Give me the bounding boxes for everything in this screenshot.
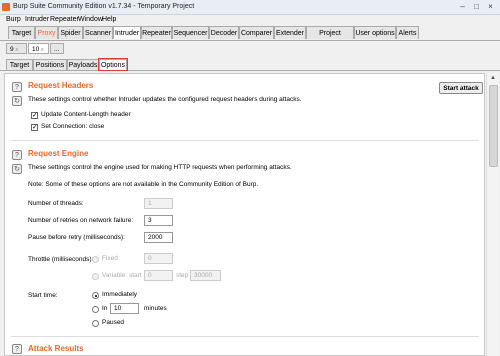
start-attack-button[interactable]: Start attack <box>439 82 483 94</box>
restore-defaults-icon[interactable]: ↻ <box>12 96 22 106</box>
throttle-step-input[interactable]: 30000 <box>190 270 221 281</box>
request-engine-description: These settings control the engine used f… <box>28 164 292 171</box>
intruder-sub-tabs: Target Positions Payloads Options <box>0 57 500 71</box>
set-connection-close-label: Set Connection: close <box>41 123 105 130</box>
tab-intruder[interactable]: Intruder <box>113 26 141 39</box>
start-immediately-label: Immediately <box>102 291 138 298</box>
tab-user-options[interactable]: User options <box>354 26 396 39</box>
attack-tab-9[interactable]: 9 x <box>6 43 27 54</box>
request-headers-heading: Request Headers <box>28 81 94 90</box>
threads-label: Number of threads: <box>28 200 84 207</box>
start-in-minutes-input[interactable]: 10 <box>110 303 139 314</box>
minutes-label: minutes <box>144 305 167 312</box>
menu-intruder[interactable]: Intruder <box>25 16 49 23</box>
menu-window[interactable]: Window <box>78 16 103 23</box>
menu-repeater[interactable]: Repeater <box>50 16 79 23</box>
menu-bar: Burp Intruder Repeater Window Help <box>0 15 500 26</box>
update-content-length-label: Update Content-Length header <box>41 111 131 118</box>
scrollbar-thumb[interactable] <box>489 85 498 167</box>
tab-decoder[interactable]: Decoder <box>209 26 239 39</box>
tab-repeater[interactable]: Repeater <box>141 26 172 39</box>
retries-label: Number of retries on network failure: <box>28 217 134 224</box>
restore-defaults-icon[interactable]: ↻ <box>12 164 22 174</box>
section-divider <box>11 336 479 337</box>
window-title: Burp Suite Community Edition v1.7.34 - T… <box>13 3 195 10</box>
throttle-fixed-input[interactable]: 0 <box>144 253 173 264</box>
attack-results-heading: Attack Results <box>28 344 84 353</box>
threads-input[interactable]: 1 <box>144 198 173 209</box>
attack-tab-row: 9 x 10 x ... <box>0 40 500 57</box>
close-tab-icon[interactable]: x <box>15 47 18 53</box>
pause-label: Pause before retry (milliseconds): <box>28 234 125 241</box>
start-in-radio[interactable] <box>92 306 99 313</box>
start-paused-label: Paused <box>102 319 125 326</box>
start-paused-radio[interactable] <box>92 320 99 327</box>
close-tab-icon[interactable]: x <box>41 47 44 53</box>
subtab-options[interactable]: Options <box>98 58 128 71</box>
request-engine-note: Note: Some of these options are not avai… <box>28 181 259 188</box>
title-bar: Burp Suite Community Edition v1.7.34 - T… <box>0 0 500 15</box>
subtab-target[interactable]: Target <box>6 59 33 70</box>
throttle-fixed-label: Fixed <box>102 255 118 262</box>
tab-sequencer[interactable]: Sequencer <box>172 26 209 39</box>
update-content-length-checkbox[interactable]: ✓ <box>31 112 38 119</box>
set-connection-close-checkbox[interactable]: ✓ <box>31 124 38 131</box>
throttle-fixed-radio[interactable] <box>92 256 99 263</box>
new-attack-tab[interactable]: ... <box>50 43 64 54</box>
attack-tab-10[interactable]: 10 x <box>28 43 49 54</box>
main-tab-strip: Target Proxy Spider Scanner Intruder Rep… <box>2 26 498 50</box>
attack-tab-10-label: 10 <box>32 46 40 53</box>
subtab-positions[interactable]: Positions <box>33 59 67 70</box>
request-engine-heading: Request Engine <box>28 149 89 158</box>
tab-project-options[interactable]: Project options <box>306 26 354 50</box>
retries-input[interactable]: 3 <box>144 215 173 226</box>
maximize-icon[interactable]: □ <box>470 1 483 12</box>
menu-help[interactable]: Help <box>102 16 116 23</box>
minimize-icon[interactable]: – <box>456 1 469 12</box>
menu-burp[interactable]: Burp <box>6 16 21 23</box>
tab-target[interactable]: Target <box>8 26 35 39</box>
tab-scanner[interactable]: Scanner <box>83 26 113 39</box>
throttle-variable-label: Variable: start <box>102 272 142 279</box>
tab-extender[interactable]: Extender <box>274 26 306 39</box>
help-icon[interactable]: ? <box>12 344 22 354</box>
start-immediately-radio[interactable] <box>92 292 99 299</box>
vertical-scrollbar[interactable]: ▲ <box>486 73 499 356</box>
attack-tab-9-label: 9 <box>10 46 14 53</box>
tab-alerts[interactable]: Alerts <box>396 26 419 39</box>
burp-logo-icon <box>2 3 10 11</box>
throttle-variable-radio[interactable] <box>92 273 99 280</box>
tab-spider[interactable]: Spider <box>58 26 83 39</box>
throttle-variable-start-input[interactable]: 0 <box>144 270 173 281</box>
subtab-payloads[interactable]: Payloads <box>67 59 99 70</box>
options-panel: ? ↻ Request Headers These settings contr… <box>4 73 485 356</box>
throttle-label: Throttle (milliseconds): <box>28 256 94 263</box>
start-time-label: Start time: <box>28 292 58 299</box>
help-icon[interactable]: ? <box>12 150 22 160</box>
throttle-step-label: step <box>176 272 189 279</box>
request-headers-description: These settings control whether Intruder … <box>28 96 302 103</box>
close-icon[interactable]: × <box>484 1 497 12</box>
help-icon[interactable]: ? <box>12 82 22 92</box>
start-in-label: In <box>102 305 108 312</box>
scroll-up-icon[interactable]: ▲ <box>490 75 496 81</box>
tab-comparer[interactable]: Comparer <box>239 26 274 39</box>
section-divider <box>11 140 479 141</box>
tab-proxy[interactable]: Proxy <box>35 26 58 39</box>
pause-input[interactable]: 2000 <box>144 232 173 243</box>
